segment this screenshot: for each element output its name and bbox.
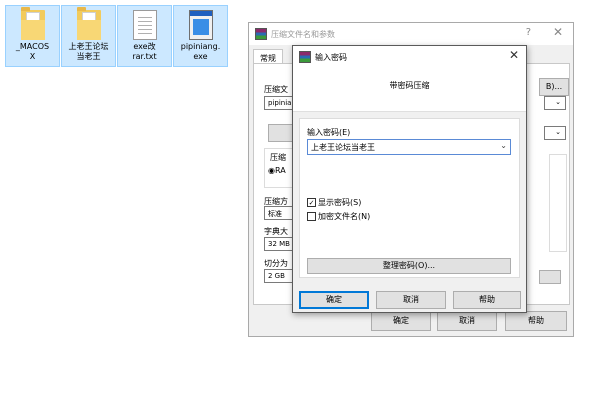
options-group	[549, 154, 567, 252]
chevron-down-icon: ⌄	[555, 98, 561, 106]
ok-button[interactable]: 确定	[371, 311, 431, 331]
checkbox-unchecked-icon	[307, 212, 316, 221]
archive-name-dropdown[interactable]: ⌄	[544, 96, 566, 110]
encrypt-filenames-label: 加密文件名(N)	[318, 212, 371, 221]
profiles-button[interactable]	[268, 124, 294, 142]
dialog-header: 带密码压缩	[293, 68, 526, 112]
help-icon[interactable]: ?	[526, 27, 531, 38]
dialog-subtitle: 带密码压缩	[389, 81, 430, 90]
folder-icon	[20, 7, 45, 40]
password-combobox[interactable]: 上老王论坛当老王 ⌄	[307, 139, 511, 155]
dialog-titlebar: 输入密码 ✕	[293, 46, 526, 68]
show-password-label: 显示密码(S)	[318, 198, 362, 207]
archive-name-label: 压缩文	[264, 85, 288, 94]
help-button[interactable]: 帮助	[505, 311, 567, 331]
browse-button[interactable]: B)...	[539, 78, 569, 96]
password-label: 输入密码(E)	[307, 128, 351, 137]
desktop-item-label: 上老王论坛 当老王	[68, 42, 109, 61]
compression-method-select[interactable]: 标准	[264, 206, 294, 220]
desktop-item-label: pipiniang. exe	[180, 42, 221, 61]
close-icon[interactable]: ✕	[553, 25, 563, 39]
show-password-checkbox[interactable]: ✓ 显示密码(S)	[307, 197, 361, 208]
winrar-icon	[299, 51, 311, 63]
dialog-help-button[interactable]: 帮助	[453, 291, 521, 309]
chevron-down-icon: ⌄	[555, 128, 561, 136]
encrypt-filenames-checkbox[interactable]: 加密文件名(N)	[307, 211, 370, 222]
split-volume-select[interactable]: 2 GB	[264, 269, 294, 283]
desktop-item-label: exe改 rar.txt	[132, 42, 157, 61]
dialog-title: 输入密码	[315, 53, 347, 62]
desktop-item-pipiniang-exe[interactable]: pipiniang. exe	[173, 5, 228, 67]
radio-selected-icon: ◉	[268, 166, 275, 175]
folder-icon	[76, 7, 101, 40]
text-file-icon	[132, 10, 157, 40]
dictionary-size-select[interactable]: 32 MB	[264, 237, 294, 251]
desktop-item-macosx[interactable]: _MACOS X	[5, 5, 60, 67]
desktop-item-laowang-folder[interactable]: 上老王论坛 当老王	[61, 5, 116, 67]
exe-file-icon	[188, 10, 213, 40]
desktop-item-exe-rar-txt[interactable]: exe改 rar.txt	[117, 5, 172, 67]
password-dialog: 输入密码 ✕ 带密码压缩 输入密码(E) 上老王论坛当老王 ⌄ ✓ 显示密码(S…	[292, 45, 527, 313]
password-value: 上老王论坛当老王	[311, 143, 375, 152]
dialog-ok-button[interactable]: 确定	[299, 291, 369, 309]
winrar-icon	[255, 28, 267, 40]
dictionary-size-label: 字典大	[264, 227, 288, 236]
desktop-item-label: _MACOS X	[15, 42, 50, 61]
window-titlebar: 压缩文件名和参数 ? ✕	[249, 23, 573, 45]
archive-name-input[interactable]: pipiniar	[264, 96, 294, 110]
checkbox-checked-icon: ✓	[307, 198, 316, 207]
password-group: 输入密码(E) 上老王论坛当老王 ⌄ ✓ 显示密码(S) 加密文件名(N) 整理…	[299, 118, 520, 278]
chevron-down-icon[interactable]: ⌄	[500, 141, 507, 150]
split-volume-label: 切分为	[264, 259, 288, 268]
format-group-label: 压缩	[270, 153, 286, 162]
window-title: 压缩文件名和参数	[271, 30, 335, 39]
cancel-button[interactable]: 取消	[437, 311, 497, 331]
close-icon[interactable]: ✕	[509, 48, 519, 62]
update-mode-dropdown[interactable]: ⌄	[544, 126, 566, 140]
radio-rar[interactable]: ◉RA	[268, 166, 286, 175]
organize-passwords-button[interactable]: 整理密码(O)...	[307, 258, 511, 274]
set-password-button[interactable]	[539, 270, 561, 284]
dialog-cancel-button[interactable]: 取消	[376, 291, 446, 309]
